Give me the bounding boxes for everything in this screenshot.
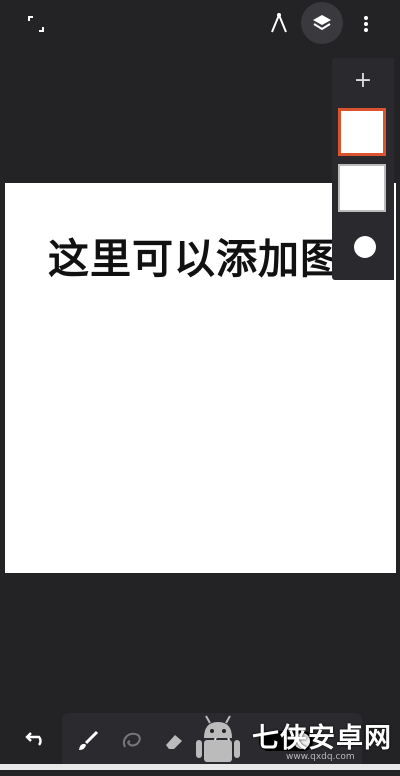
layer-visibility-toggle[interactable]: [354, 236, 376, 258]
layers-panel: +: [332, 58, 394, 280]
eraser-icon[interactable]: [160, 727, 188, 755]
add-layer-button[interactable]: +: [332, 68, 394, 93]
lasso-icon[interactable]: [118, 727, 146, 755]
compass-ruler-icon[interactable]: [266, 10, 292, 36]
more-vert-icon[interactable]: [356, 12, 376, 36]
watermark-text: 七侠安卓网: [252, 723, 392, 754]
brush-icon[interactable]: [74, 727, 102, 755]
layer-thumbnail-selected[interactable]: [338, 108, 386, 156]
watermark: 七侠安卓网 www.qxdq.com: [186, 708, 400, 770]
fullscreen-icon[interactable]: [24, 12, 48, 36]
watermark-url: www.qxdq.com: [286, 752, 355, 762]
undo-icon[interactable]: [22, 724, 50, 752]
top-toolbar: [0, 0, 400, 48]
android-logo-icon: [190, 712, 246, 766]
layer-thumbnail[interactable]: [338, 164, 386, 212]
layers-icon[interactable]: [301, 2, 343, 44]
